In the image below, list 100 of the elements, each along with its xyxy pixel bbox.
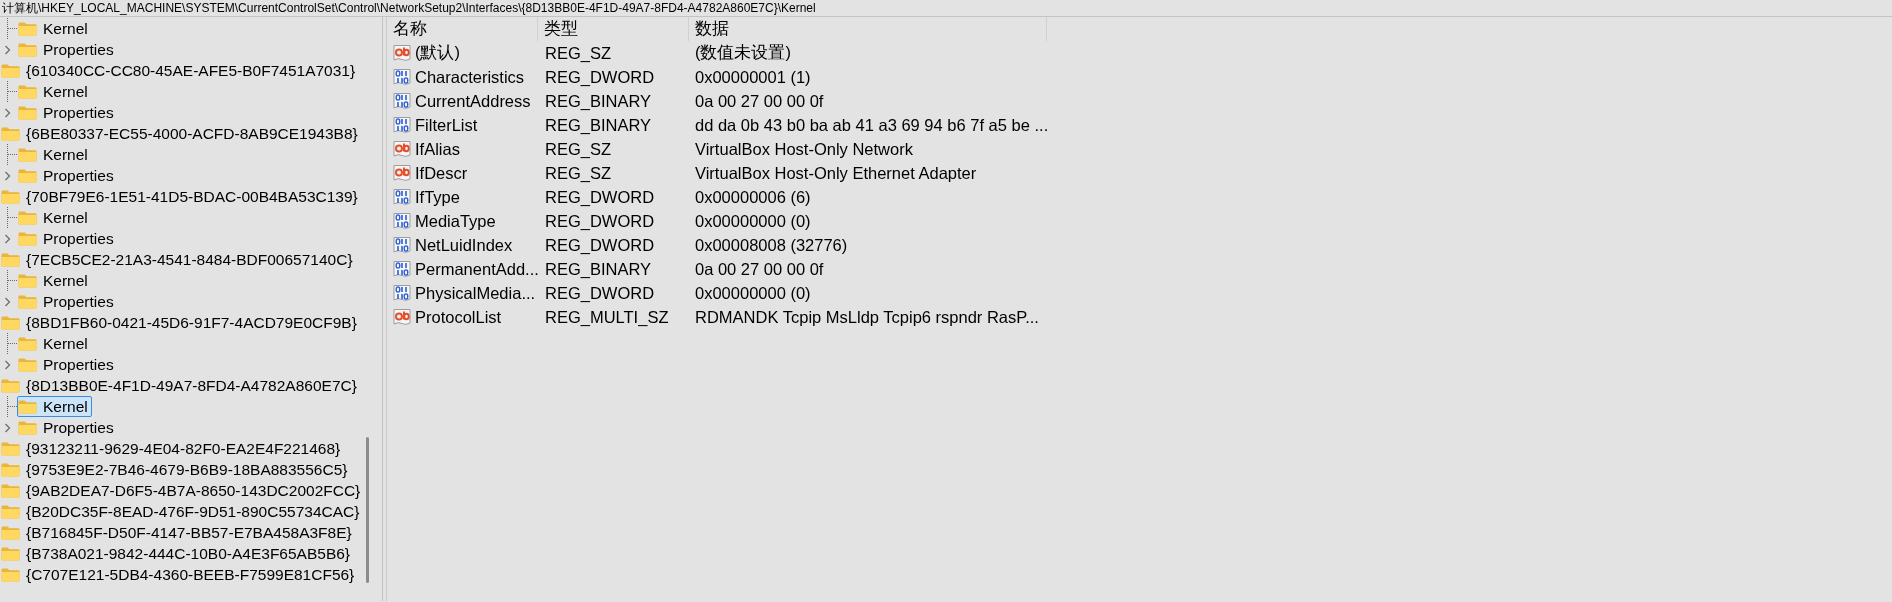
tree-item[interactable]: Properties bbox=[17, 102, 118, 123]
binary-value-icon bbox=[392, 283, 412, 303]
value-data: dd da 0b 43 b0 ba ab 41 a3 69 94 b6 7f a5 be ... bbox=[694, 114, 1047, 136]
tree-item[interactable]: Properties bbox=[17, 354, 118, 375]
folder-icon bbox=[18, 210, 37, 225]
value-name[interactable]: IfDescr bbox=[387, 161, 538, 185]
tree-item[interactable]: Kernel bbox=[17, 18, 92, 39]
value-name[interactable]: (默认) bbox=[387, 41, 538, 65]
tree-item[interactable]: Properties bbox=[17, 417, 118, 438]
value-type: REG_DWORD bbox=[544, 234, 656, 256]
tree-item[interactable]: {B738A021-9842-444C-10B0-A4E3F65AB5B6} bbox=[0, 543, 355, 564]
string-value-icon bbox=[392, 139, 412, 159]
value-name[interactable]: ProtocolList bbox=[387, 305, 538, 329]
chevron-icon[interactable] bbox=[4, 422, 11, 433]
value-data: 0x00000000 (0) bbox=[694, 210, 812, 232]
tree-item[interactable]: {610340CC-CC80-45AE-AFE5-B0F7451A7031} bbox=[0, 60, 360, 81]
binary-value-icon bbox=[392, 187, 412, 207]
folder-icon bbox=[1, 63, 20, 78]
value-type: REG_SZ bbox=[544, 42, 613, 64]
scrollbar-thumb[interactable] bbox=[366, 437, 369, 583]
chevron-icon[interactable] bbox=[4, 44, 11, 55]
address-bar[interactable]: 计算机\HKEY_LOCAL_MACHINE\SYSTEM\CurrentControlSet\Control\NetworkSetup2\Interfaces\{8D13BB0E-4F1D-49A7-8FD4-A4782A860E7C}\Kernel bbox=[0, 0, 1892, 17]
tree-item[interactable]: {B20DC35F-8EAD-476F-9D51-890C55734CAC} bbox=[0, 501, 364, 522]
tree-item[interactable]: {93123211-9629-4E04-82F0-EA2E4F221468} bbox=[0, 438, 345, 459]
folder-icon bbox=[18, 357, 37, 372]
string-value-icon bbox=[392, 307, 412, 327]
folder-icon bbox=[1, 378, 20, 393]
value-name[interactable]: NetLuidIndex bbox=[387, 233, 538, 257]
value-name[interactable]: Characteristics bbox=[387, 65, 538, 89]
folder-icon bbox=[18, 399, 37, 414]
tree-item[interactable]: Properties bbox=[17, 228, 118, 249]
value-data: 0x00000001 (1) bbox=[694, 66, 812, 88]
chevron-icon[interactable] bbox=[4, 170, 11, 181]
tree-item[interactable]: Kernel bbox=[17, 333, 92, 354]
folder-icon bbox=[18, 42, 37, 57]
folder-icon bbox=[1, 567, 20, 582]
value-name[interactable]: MediaType bbox=[387, 209, 538, 233]
folder-icon bbox=[1, 525, 20, 540]
binary-value-icon bbox=[392, 115, 412, 135]
value-data: RDMANDK Tcpip MsLldp Tcpip6 rspndr RasP... bbox=[694, 306, 1040, 328]
value-data: 0a 00 27 00 00 0f bbox=[694, 90, 825, 112]
string-value-icon bbox=[392, 163, 412, 183]
value-name[interactable]: PermanentAdd... bbox=[387, 257, 538, 281]
tree-item[interactable]: {7ECB5CE2-21A3-4541-8484-BDF00657140C} bbox=[0, 249, 357, 270]
value-name[interactable]: IfAlias bbox=[387, 137, 538, 161]
value-type: REG_SZ bbox=[544, 162, 613, 184]
folder-icon bbox=[1, 462, 20, 477]
tree-item[interactable]: {8D13BB0E-4F1D-49A7-8FD4-A4782A860E7C} bbox=[0, 375, 361, 396]
folder-icon bbox=[18, 21, 37, 36]
folder-icon bbox=[18, 294, 37, 309]
value-data: VirtualBox Host-Only Network bbox=[694, 138, 914, 160]
value-type: REG_DWORD bbox=[544, 210, 656, 232]
column-header[interactable]: 名称 bbox=[387, 17, 538, 41]
folder-icon bbox=[18, 168, 37, 183]
value-name[interactable]: FilterList bbox=[387, 113, 538, 137]
value-name[interactable]: PhysicalMedia... bbox=[387, 281, 538, 305]
chevron-icon[interactable] bbox=[4, 233, 11, 244]
tree-item[interactable]: Properties bbox=[17, 165, 118, 186]
binary-value-icon bbox=[392, 67, 412, 87]
tree-item[interactable]: Properties bbox=[17, 39, 118, 60]
chevron-icon[interactable] bbox=[4, 107, 11, 118]
tree-item[interactable]: {8BD1FB60-0421-45D6-91F7-4ACD79E0CF9B} bbox=[0, 312, 361, 333]
folder-icon bbox=[1, 315, 20, 330]
value-data: 0x00000006 (6) bbox=[694, 186, 812, 208]
tree-item[interactable]: {B716845F-D50F-4147-BB57-E7BA458A3F8E} bbox=[0, 522, 356, 543]
folder-icon bbox=[1, 504, 20, 519]
tree-item[interactable]: Properties bbox=[17, 291, 118, 312]
tree-item[interactable]: Kernel bbox=[17, 207, 92, 228]
value-type: REG_DWORD bbox=[544, 66, 656, 88]
folder-icon bbox=[18, 231, 37, 246]
value-name[interactable]: IfType bbox=[387, 185, 538, 209]
value-type: REG_MULTI_SZ bbox=[544, 306, 670, 328]
value-type: REG_BINARY bbox=[544, 114, 653, 136]
tree-item[interactable]: {C707E121-5DB4-4360-BEEB-F7599E81CF56} bbox=[0, 564, 359, 585]
binary-value-icon bbox=[392, 235, 412, 255]
tree-item[interactable]: Kernel bbox=[17, 396, 92, 417]
tree-item[interactable]: {9AB2DEA7-D6F5-4B7A-8650-143DC2002FCC} bbox=[0, 480, 365, 501]
tree-item[interactable]: {6BE80337-EC55-4000-ACFD-8AB9CE1943B8} bbox=[0, 123, 362, 144]
binary-value-icon bbox=[392, 91, 412, 111]
folder-icon bbox=[18, 147, 37, 162]
folder-icon bbox=[18, 273, 37, 288]
tree-item[interactable]: Kernel bbox=[17, 144, 92, 165]
tree-item[interactable]: {70BF79E6-1E51-41D5-BDAC-00B4BA53C139} bbox=[0, 186, 362, 207]
column-header[interactable]: 数据 bbox=[689, 17, 1047, 41]
tree-item[interactable]: Kernel bbox=[17, 81, 92, 102]
value-name[interactable]: CurrentAddress bbox=[387, 89, 538, 113]
value-data: (数值未设置) bbox=[694, 42, 792, 63]
value-data: VirtualBox Host-Only Ethernet Adapter bbox=[694, 162, 978, 184]
value-type: REG_DWORD bbox=[544, 186, 656, 208]
binary-value-icon bbox=[392, 211, 412, 231]
value-data: 0x00008008 (32776) bbox=[694, 234, 849, 256]
tree-item[interactable]: Kernel bbox=[17, 270, 92, 291]
chevron-icon[interactable] bbox=[4, 359, 11, 370]
column-header[interactable]: 类型 bbox=[538, 17, 689, 41]
folder-icon bbox=[18, 105, 37, 120]
value-type: REG_BINARY bbox=[544, 90, 653, 112]
value-type: REG_SZ bbox=[544, 138, 613, 160]
chevron-icon[interactable] bbox=[4, 296, 11, 307]
string-value-icon bbox=[392, 43, 412, 63]
tree-item[interactable]: {9753E9E2-7B46-4679-B6B9-18BA883556C5} bbox=[0, 459, 352, 480]
